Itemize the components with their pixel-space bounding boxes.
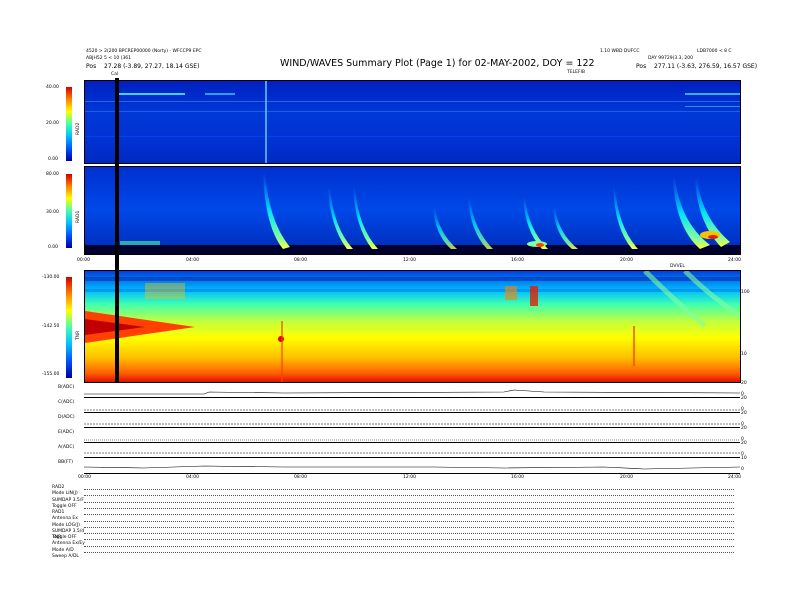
rad2-features bbox=[85, 81, 740, 163]
center-tag: TELEFIB bbox=[567, 70, 585, 75]
bottom-time-tick-6: 20:00 bbox=[620, 475, 633, 480]
tnr-ytick-top: -130.00 bbox=[42, 275, 60, 280]
tnr-spectrogram bbox=[84, 270, 741, 383]
param-dotted-row bbox=[84, 545, 734, 547]
plot-title: WIND/WAVES Summary Plot (Page 1) for 02-… bbox=[280, 58, 595, 69]
header-info-left-2: ABJH52 5 < 10 (361 bbox=[86, 56, 132, 61]
param-tnr-antenna: Antenna Ex/Ey bbox=[52, 541, 85, 547]
trace-bb-tick-bottom: 0 bbox=[741, 467, 744, 472]
time-tick-1: 00:00 bbox=[77, 258, 90, 263]
trace-label-d: D(ADC) bbox=[58, 415, 75, 420]
trace-c-tick-top: 20 bbox=[741, 396, 747, 401]
time-tick-2: 04:00 bbox=[186, 258, 199, 263]
tnr-tag: DVVEL bbox=[670, 264, 685, 269]
rad2-ytick-bottom: 0.00 bbox=[48, 157, 59, 162]
bottom-time-tick-7: 24:00 bbox=[728, 475, 741, 480]
time-tick-3: 08:00 bbox=[294, 258, 307, 263]
header-info-right-1b: LDB7000 < 8 C bbox=[697, 49, 732, 54]
rad2-colorbar bbox=[66, 87, 72, 161]
header-info-right-1: 1.10 WBD DUFCC bbox=[600, 49, 640, 54]
time-tick-7: 24:00 bbox=[728, 258, 741, 263]
rad1-spectrogram bbox=[84, 166, 741, 255]
rad2-spectrogram bbox=[84, 80, 741, 164]
param-dotted-row bbox=[84, 514, 734, 516]
rad1-ytick-top: 80.00 bbox=[46, 172, 59, 177]
header-info-right-2: DAY 99729(3.3, 200 bbox=[648, 56, 693, 61]
bottom-time-tick-5: 16:00 bbox=[511, 475, 524, 480]
trace-c-adc bbox=[84, 397, 740, 413]
param-dotted-row bbox=[84, 539, 734, 541]
rad1-label: RAD1 bbox=[76, 210, 81, 223]
time-tick-6: 20:00 bbox=[620, 258, 633, 263]
param-dotted-row bbox=[84, 526, 734, 528]
tnr-features bbox=[85, 271, 740, 382]
rad1-bursts bbox=[85, 172, 740, 254]
param-dotted-row bbox=[84, 552, 734, 553]
rad2-ytick-top: 40.00 bbox=[46, 85, 59, 90]
trace-a-tick-top: 20 bbox=[741, 441, 747, 446]
param-dotted-row bbox=[84, 501, 734, 503]
trace-bb-ft bbox=[84, 457, 740, 474]
time-tick-4: 12:00 bbox=[403, 258, 416, 263]
time-tick-5: 16:00 bbox=[511, 258, 524, 263]
param-rad2-sumdap: SUMDAP 3.5/F bbox=[52, 497, 84, 503]
header-pos-right-label: Pos bbox=[636, 63, 647, 70]
tnr-right-tick-100: 100 bbox=[741, 290, 750, 295]
tnr-ytick-mid: -142.50 bbox=[42, 324, 60, 329]
cal-label: Cal bbox=[111, 72, 119, 77]
param-rad1-mode: Mode LOG(J) bbox=[52, 522, 80, 528]
trace-label-b: B(ADC) bbox=[58, 385, 75, 390]
trace-label-bb: BB(FT) bbox=[58, 460, 73, 465]
trace-d-tick-top: 20 bbox=[741, 411, 747, 416]
param-dotted-row bbox=[84, 489, 734, 490]
bottom-time-tick-4: 12:00 bbox=[403, 475, 416, 480]
trace-b-adc bbox=[84, 382, 740, 398]
header-pos-right-value: 277.11 (-3.63, 276.59, 16.57 GSE) bbox=[654, 63, 758, 70]
trace-label-e: E(ADC) bbox=[58, 430, 75, 435]
rad1-ytick-mid: 30.00 bbox=[46, 210, 59, 215]
trace-d-adc bbox=[84, 412, 740, 428]
rad2-label: RAD2 bbox=[76, 122, 81, 135]
trace-label-a: A(ADC) bbox=[58, 445, 75, 450]
param-dotted-row bbox=[84, 533, 734, 535]
param-dotted-row bbox=[84, 507, 734, 509]
bottom-time-tick-1: 00:00 bbox=[78, 475, 91, 480]
bottom-time-tick-2: 04:00 bbox=[186, 475, 199, 480]
rad2-ytick-mid: 20.00 bbox=[46, 121, 59, 126]
header-pos-left-label: Pos bbox=[86, 63, 97, 70]
params-rad2: RAD2 Mode LIN(J) SUMDAP 3.5/F Toggle OFF bbox=[52, 485, 84, 510]
tnr-right-tick-10: 10 bbox=[741, 352, 747, 357]
tnr-ytick-bottom: -155.00 bbox=[42, 372, 60, 377]
trace-e-adc bbox=[84, 427, 740, 443]
tnr-colorbar bbox=[66, 277, 72, 378]
cal-bar bbox=[115, 78, 119, 383]
bottom-time-tick-3: 08:00 bbox=[294, 475, 307, 480]
param-dotted-row bbox=[84, 495, 734, 497]
header-pos-left-value: 27.28 (-3.89, 27.27, 18.14 GSE) bbox=[104, 63, 200, 70]
params-tnr: TNR Antenna Ex/Ey Mode A/D Sweep A/DL bbox=[52, 535, 85, 560]
trace-bb-tick-top: 10 bbox=[741, 456, 747, 461]
header-info-left-1: 4520 > 2(200 BPCREP00000 (Norty) - WFCCP… bbox=[86, 49, 202, 54]
trace-b-tick-top: 20 bbox=[741, 381, 747, 386]
trace-a-adc bbox=[84, 442, 740, 458]
rad1-ytick-bottom: 0.00 bbox=[48, 245, 59, 250]
tnr-label: TNR bbox=[76, 330, 81, 340]
trace-e-tick-top: 20 bbox=[741, 426, 747, 431]
param-dotted-row bbox=[84, 520, 734, 522]
rad1-colorbar bbox=[66, 174, 72, 248]
trace-label-c: C(ADC) bbox=[58, 400, 75, 405]
param-tnr-sweep: Sweep A/DL bbox=[52, 553, 79, 559]
